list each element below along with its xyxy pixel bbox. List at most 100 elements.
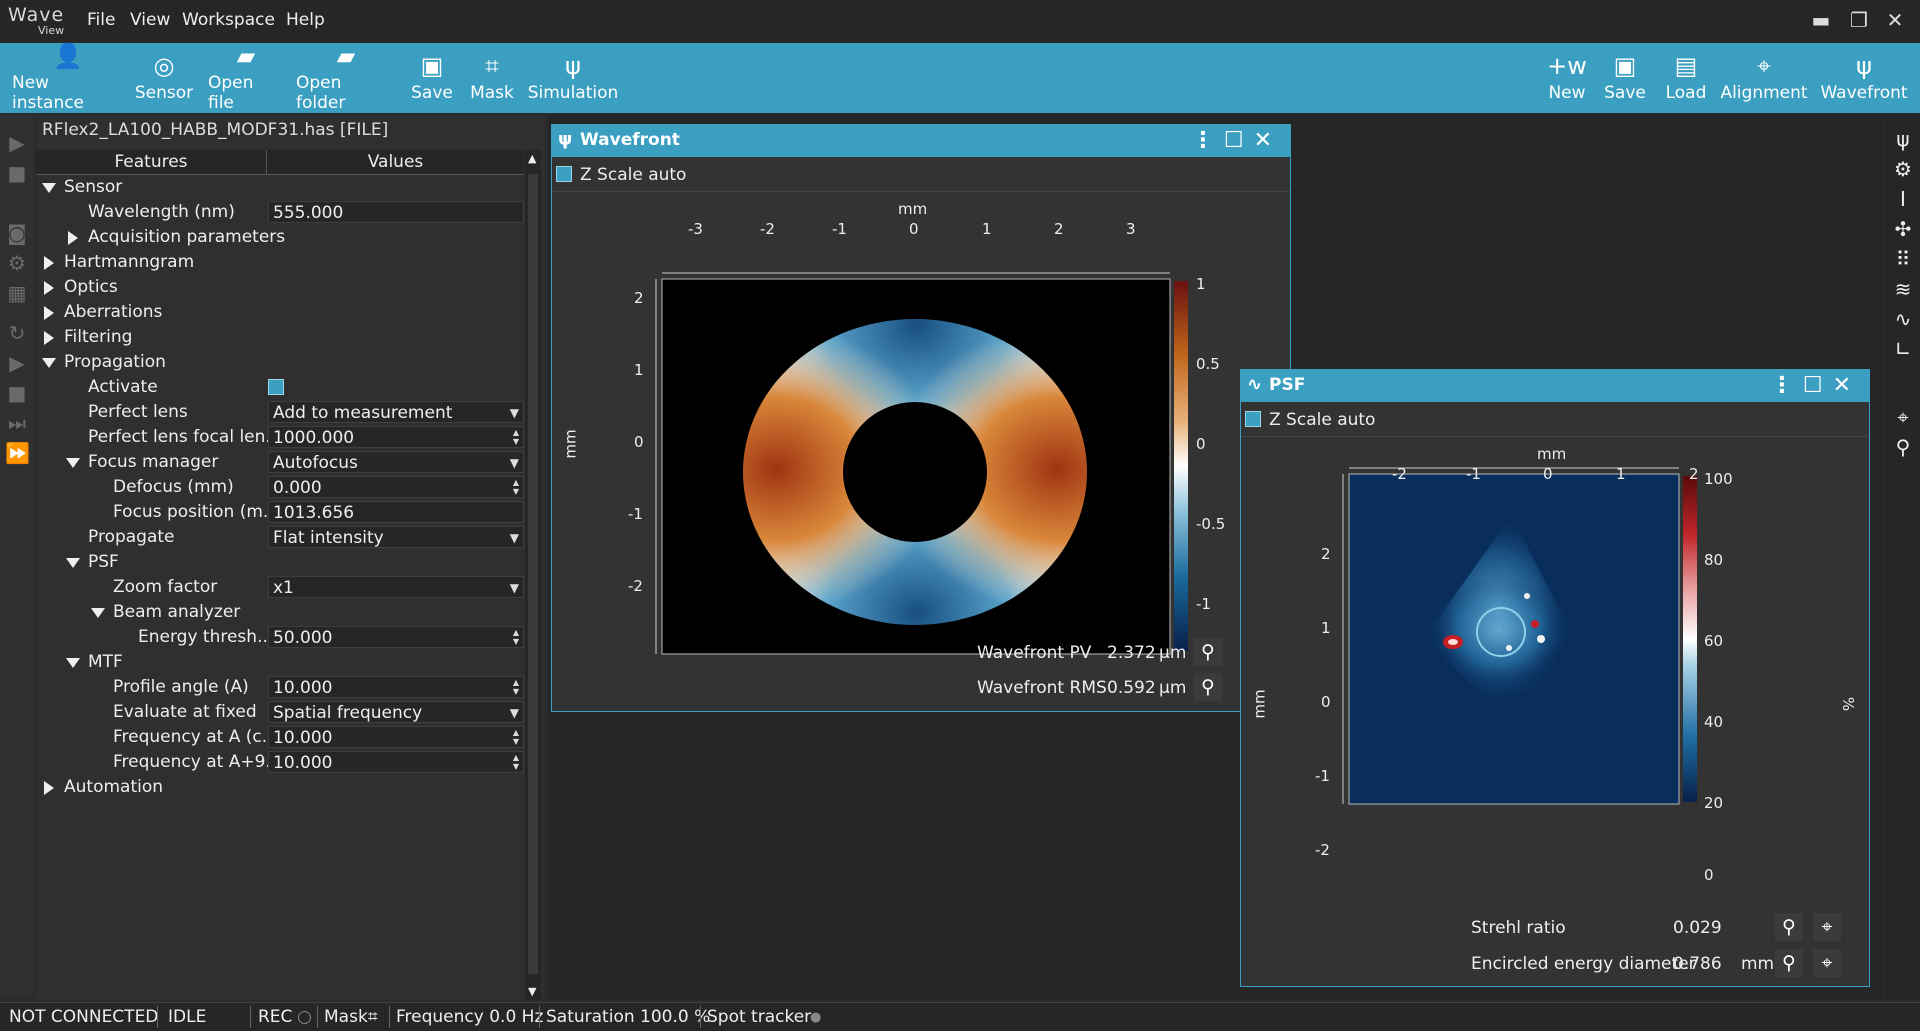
evaluate-fixed-select[interactable]: Spatial frequency ▼ [268,701,524,723]
tree-row-automation[interactable]: Automation [36,775,524,800]
alignment-button[interactable]: ⌖ Alignment [1720,43,1807,113]
save-wavefront-button[interactable]: ▣ Save [1604,43,1646,113]
collapsed-arrow-icon[interactable] [44,306,54,320]
expanded-arrow-icon[interactable] [66,658,80,668]
grid-icon[interactable]: ⠿ [1890,247,1916,273]
collapsed-arrow-icon[interactable] [44,281,54,295]
tree-row-beam-analyzer[interactable]: Beam analyzer [36,600,524,625]
tree-row-propagation[interactable]: Propagation [36,350,524,375]
search-icon[interactable]: ⚲ [1890,435,1916,461]
spin-arrows-icon[interactable]: ▲ ▼ [513,428,519,446]
refresh-icon[interactable]: ↻ [5,321,29,345]
pv-zoom-button[interactable]: ⚲ [1194,638,1222,666]
tree-row-optics[interactable]: Optics [36,275,524,300]
tree-row-aberrations[interactable]: Aberrations [36,300,524,325]
maximize-icon[interactable]: ☐ [1224,128,1254,153]
profile-angle-spinbox[interactable]: 10.000 ▲ ▼ [268,676,524,698]
collapsed-arrow-icon[interactable] [44,256,54,270]
video-camera-icon[interactable]: ⚙ [5,251,29,275]
close-icon[interactable]: ✕ [1833,373,1861,398]
tree-row-mtf[interactable]: MTF [36,650,524,675]
wavelength-input[interactable]: 555.000 [268,201,524,223]
new-instance-button[interactable]: 👤 New instance [12,43,124,113]
scroll-down-icon[interactable]: ▼ [528,985,536,998]
psf-zscale-toggle[interactable]: Z Scale auto [1245,410,1375,430]
menu-view[interactable]: View [130,10,170,30]
frequency-a-spinbox[interactable]: 10.000 ▲ ▼ [268,726,524,748]
expanded-arrow-icon[interactable] [91,608,105,618]
sensor-button[interactable]: ◎ Sensor [134,43,194,113]
close-button[interactable]: ✕ [1882,8,1908,34]
rms-zoom-button[interactable]: ⚲ [1194,673,1222,701]
tree-row-hartmanngram[interactable]: Hartmanngram [36,250,524,275]
collapsed-arrow-icon[interactable] [44,331,54,345]
scroll-up-icon[interactable]: ▲ [528,152,536,165]
wavefront-title-bar[interactable]: ψ Wavefront ⋮☐✕ [552,125,1290,157]
tree-row-sensor[interactable]: Sensor [36,175,524,200]
settings-icon[interactable]: ⚙ [1890,157,1916,183]
new-wavefront-button[interactable]: +w New [1547,43,1587,113]
expanded-arrow-icon[interactable] [42,183,56,193]
focus-manager-select[interactable]: Autofocus ▼ [268,451,524,473]
spin-arrows-icon[interactable]: ▲ ▼ [513,678,519,696]
more-options-icon[interactable]: ⋮ [1771,373,1803,398]
stop-icon[interactable]: ■ [5,161,29,185]
psf-icon[interactable]: ∿ [1890,307,1916,333]
strehl-alignment-button[interactable]: ⌖ [1813,913,1841,941]
wavefront-icon[interactable]: ψ [1890,127,1916,153]
strehl-zoom-button[interactable]: ⚲ [1775,913,1803,941]
perfect-lens-select[interactable]: Add to measurement ▼ [268,401,524,423]
tree-row-psf[interactable]: PSF [36,550,524,575]
zoom-factor-select[interactable]: x1 ▼ [268,576,524,598]
play-icon[interactable]: ▶ [5,351,29,375]
menu-help[interactable]: Help [286,10,325,30]
expanded-arrow-icon[interactable] [66,558,80,568]
ee-zoom-button[interactable]: ⚲ [1775,949,1803,977]
maximize-icon[interactable]: ☐ [1803,373,1833,398]
collapsed-arrow-icon[interactable] [44,781,54,795]
load-button[interactable]: ▤ Load [1664,43,1708,113]
scroll-thumb[interactable] [528,174,538,974]
zscale-checkbox[interactable] [556,166,572,182]
tree-scrollbar[interactable]: ▲ ▼ [525,150,541,1000]
menu-workspace[interactable]: Workspace [182,10,275,30]
film-icon[interactable]: ▦ [5,281,29,305]
more-options-icon[interactable]: ⋮ [1192,128,1224,153]
simulation-button[interactable]: ψ Simulation [528,43,619,113]
activate-checkbox[interactable] [268,379,284,395]
tree-row-filtering[interactable]: Filtering [36,325,524,350]
restore-button[interactable]: ❐ [1846,8,1872,34]
focal-length-spinbox[interactable]: 1000.000 ▲ ▼ [268,426,524,448]
zoom-fit-icon[interactable]: ✣ [1890,217,1916,243]
play-icon[interactable]: ▶ [5,131,29,155]
spin-arrows-icon[interactable]: ▲ ▼ [513,728,519,746]
fast-forward-icon[interactable]: ⏩ [5,441,30,465]
frequency-a90-spinbox[interactable]: 10.000 ▲ ▼ [268,751,524,773]
defocus-spinbox[interactable]: 0.000 ▲ ▼ [268,476,524,498]
collapsed-arrow-icon[interactable] [68,231,78,245]
expanded-arrow-icon[interactable] [66,458,80,468]
tree-row-focus-manager[interactable]: Focus manager Autofocus ▼ [36,450,524,475]
close-icon[interactable]: ✕ [1254,128,1282,153]
ee-alignment-button[interactable]: ⌖ [1813,949,1841,977]
wavefront-button[interactable]: ψ Wavefront [1820,43,1908,113]
minimize-button[interactable]: ▬ [1808,8,1834,34]
psf-title-bar[interactable]: ∿ PSF ⋮☐✕ [1241,370,1869,402]
camera-icon[interactable]: ◙ [5,221,29,245]
values-column-header[interactable]: Values [267,150,524,174]
mask-button[interactable]: ⌗ Mask [468,43,516,113]
open-folder-button[interactable]: ▰ Open folder [296,43,396,113]
features-column-header[interactable]: Features [36,150,267,174]
zscale-checkbox[interactable] [1245,411,1261,427]
cursor-icon[interactable]: I [1890,187,1916,213]
expanded-arrow-icon[interactable] [42,358,56,368]
energy-threshold-spinbox[interactable]: 50.000 ▲ ▼ [268,626,524,648]
alignment-icon[interactable]: ⌖ [1890,405,1916,431]
tree-row-acquisition[interactable]: Acquisition parameters [36,225,524,250]
stop-icon[interactable]: ■ [5,381,29,405]
menu-file[interactable]: File [87,10,115,30]
focus-position-field[interactable]: 1013.656 [268,501,524,523]
mtf-icon[interactable]: ∟ [1890,337,1916,363]
zernike-icon[interactable]: ≋ [1890,277,1916,303]
open-file-button[interactable]: ▰ Open file [208,43,284,113]
